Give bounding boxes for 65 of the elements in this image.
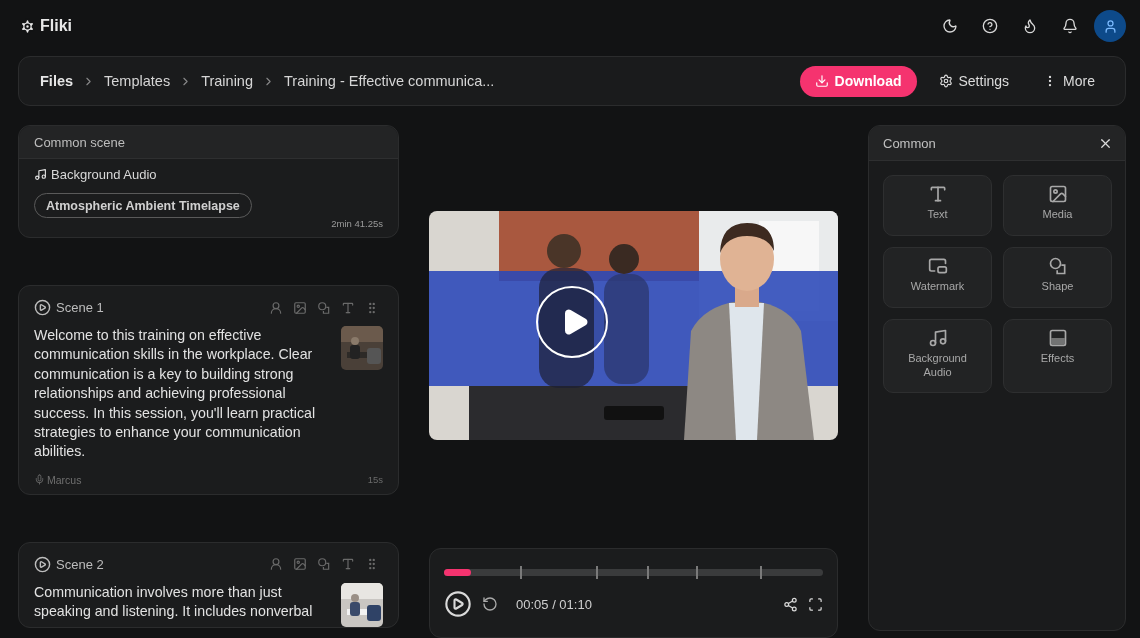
fullscreen-icon (808, 596, 823, 612)
music-note-icon (927, 328, 948, 348)
microphone-icon (34, 474, 45, 486)
play-button[interactable] (444, 590, 472, 618)
text-icon (341, 300, 355, 315)
play-icon (444, 590, 472, 618)
settings-button[interactable]: Settings (926, 65, 1022, 97)
logo-icon (19, 17, 36, 35)
share-button[interactable] (783, 596, 798, 612)
person-icon (269, 300, 283, 315)
replay-icon (482, 596, 498, 612)
scene-marker (519, 566, 522, 579)
card-title: Common scene (19, 126, 398, 159)
breadcrumb-link[interactable]: Templates (104, 73, 171, 89)
breadcrumb-link[interactable]: Files (40, 73, 74, 89)
panel-title: Common (883, 135, 936, 151)
image-icon (1047, 184, 1068, 204)
progress-track[interactable] (444, 569, 823, 576)
scene-script: Communication involves more than just speaking and listening. It includes nonverbal (34, 582, 314, 622)
scene-duration: 15s (367, 474, 383, 486)
element-tile[interactable]: Media (1003, 175, 1112, 236)
scene-play-icon[interactable] (34, 555, 51, 573)
scene-marker (760, 566, 763, 579)
music-note-icon (34, 168, 47, 181)
help-icon (982, 18, 998, 34)
breadcrumb-link[interactable]: Training (201, 73, 253, 89)
flame-icon (1022, 18, 1038, 34)
shape-icon (317, 300, 331, 315)
scene-marker (646, 566, 649, 579)
scene-title: Scene 2 (56, 556, 104, 572)
element-tile[interactable]: Watermark (883, 247, 992, 308)
download-icon (814, 74, 829, 88)
element-tile[interactable]: Effects (1003, 319, 1112, 393)
replay-button[interactable] (482, 596, 498, 612)
element-tile[interactable]: Text (883, 175, 992, 236)
shape-icon (1047, 256, 1068, 276)
element-tile[interactable]: Shape (1003, 247, 1112, 308)
download-button[interactable]: Download (799, 65, 917, 97)
app-name: Fliki (40, 17, 72, 35)
watermark-icon (927, 256, 948, 276)
bell-icon (1062, 18, 1078, 34)
more-button[interactable]: More (1031, 65, 1107, 97)
scene-marker (595, 566, 598, 579)
avatar-button[interactable] (1094, 10, 1126, 42)
share-icon (783, 596, 798, 612)
fullscreen-button[interactable] (808, 596, 823, 612)
image-icon (293, 557, 307, 572)
moon-icon (942, 18, 958, 34)
person-icon (269, 557, 283, 572)
scene-script: Welcome to this training on effective communication skills in the workplace. Clear communication is a key to building strong relationships and achieving professional success. In this session, you'll learn practical strategies to enhance your communication abilities. (34, 326, 317, 462)
scene-title: Scene 1 (56, 300, 104, 315)
element-tile[interactable]: Background Audio (883, 319, 992, 393)
playback-time: 00:05 / 01:10 (516, 596, 592, 612)
breadcrumb-link[interactable]: Training - Effective communica... (284, 73, 495, 89)
image-icon (293, 300, 307, 315)
text-icon (341, 557, 355, 572)
duration: 2min 41.25s (331, 218, 383, 229)
audio-label: Background Audio (51, 167, 157, 182)
effects-icon (1047, 328, 1068, 348)
user-icon (1102, 18, 1118, 34)
scene-play-icon[interactable] (34, 299, 51, 316)
scene-marker (696, 566, 699, 579)
shape-icon (317, 557, 331, 572)
settings-icon (938, 74, 953, 88)
voice-name: Marcus (47, 473, 82, 486)
